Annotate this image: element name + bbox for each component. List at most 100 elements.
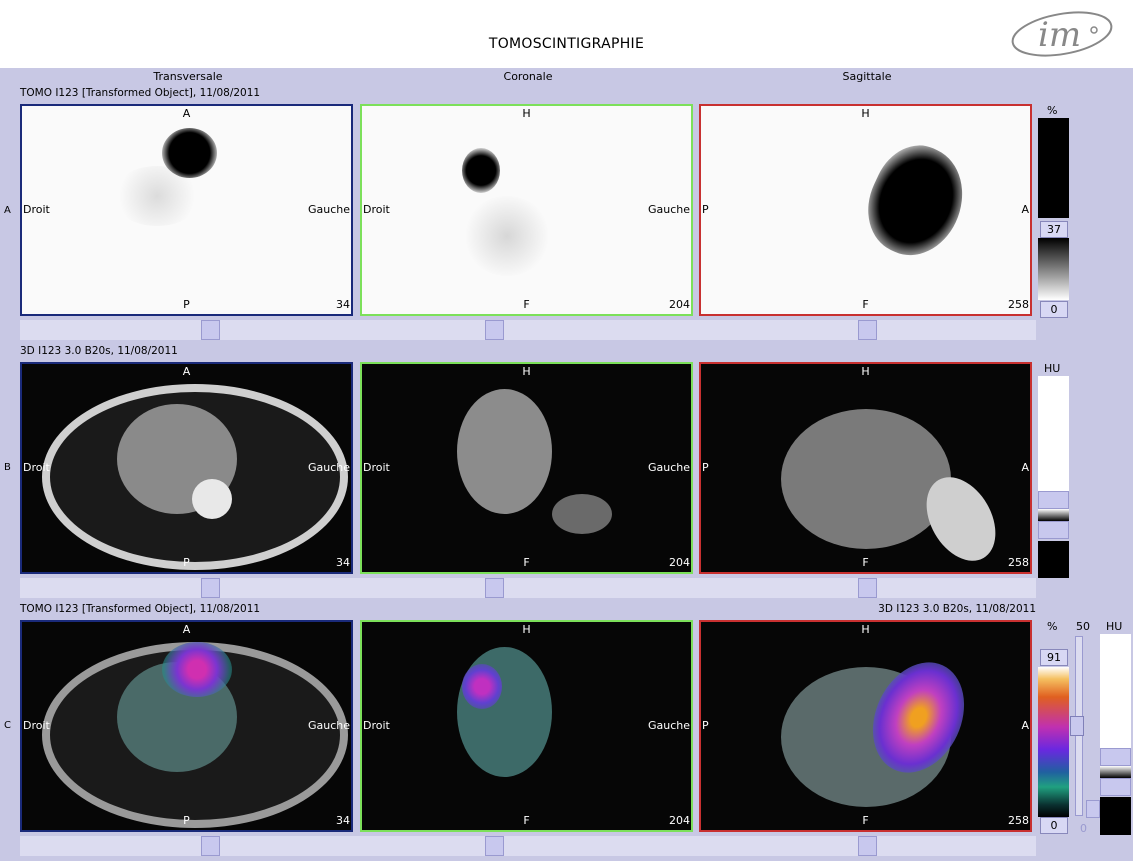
orient-left: Droit (23, 719, 50, 732)
slice-number: 34 (336, 298, 350, 311)
orient-right: A (1021, 203, 1029, 216)
row-a-caption: TOMO I123 [Transformed Object], 11/08/20… (20, 87, 261, 99)
pet-coronale-viewport[interactable]: H F Droit Gauche 204 (360, 104, 693, 316)
orient-bottom: P (183, 556, 190, 569)
pet-transversale-viewport[interactable]: A P Droit Gauche 34 (20, 104, 353, 316)
fusion-hotspot (162, 642, 232, 697)
slice-number: 34 (336, 814, 350, 827)
orient-bottom: F (862, 556, 869, 569)
orient-right: Gauche (307, 719, 350, 732)
slice-number: 204 (669, 814, 690, 827)
pet-scale-upper-value[interactable]: 37 (1040, 221, 1068, 238)
orient-left: Droit (363, 461, 390, 474)
orient-top: A (182, 623, 191, 636)
ct-window-upper-handle[interactable] (1038, 491, 1069, 509)
pet-grayscale-bar (1038, 238, 1069, 300)
orient-top: H (861, 623, 870, 636)
slice-number: 204 (669, 556, 690, 569)
orient-right: A (1021, 719, 1029, 732)
spine (192, 479, 232, 519)
orient-top: H (522, 107, 531, 120)
row-b-caption: 3D I123 3.0 B20s, 11/08/2011 (20, 345, 178, 357)
fusion-sagittale-viewport[interactable]: H F P A 258 (699, 620, 1032, 832)
orient-left: P (702, 461, 709, 474)
row-letter-c: C (4, 720, 11, 731)
orient-top: A (182, 107, 191, 120)
ct-sagittale-viewport[interactable]: H F P A 258 (699, 362, 1032, 574)
fusion-blend-handle[interactable] (1070, 716, 1084, 736)
slice-slider-sagittale[interactable] (858, 836, 877, 856)
header (0, 0, 1133, 68)
row-c-caption-right: 3D I123 3.0 B20s, 11/08/2011 (878, 603, 1036, 615)
ct-window-gradient (1038, 509, 1069, 521)
ct-scale-white (1038, 376, 1069, 491)
row-letter-a: A (4, 205, 11, 216)
mediastinum (781, 409, 951, 549)
pet-scale-lower-value[interactable]: 0 (1040, 301, 1068, 318)
fusion-ct-scale-black (1100, 797, 1131, 835)
slice-slider-sagittale[interactable] (858, 320, 877, 340)
row-c-caption: TOMO I123 [Transformed Object], 11/08/20… (20, 603, 261, 615)
scrollbar-row-c[interactable] (20, 836, 1036, 856)
page-title: TOMOSCINTIGRAPHIE (488, 36, 645, 52)
background-uptake (112, 166, 202, 226)
orient-right: A (1021, 461, 1029, 474)
ct-window-lower-handle[interactable] (1038, 521, 1069, 539)
orient-bottom: F (862, 298, 869, 311)
fusion-blend-max: 50 (1076, 620, 1090, 633)
ct-coronale-viewport[interactable]: H F Droit Gauche 204 (360, 362, 693, 574)
orient-left: P (702, 719, 709, 732)
fusion-pet-unit: % (1047, 620, 1058, 633)
fusion-coronale-viewport[interactable]: H F Droit Gauche 204 (360, 620, 693, 832)
orient-left: P (702, 203, 709, 216)
slice-number: 204 (669, 298, 690, 311)
column-header-sagittale: Sagittale (842, 70, 892, 83)
fusion-ct-upper-handle[interactable] (1100, 748, 1131, 766)
row-letter-b: B (4, 462, 11, 473)
scrollbar-row-b[interactable] (20, 578, 1036, 598)
im-logo: im (1011, 11, 1113, 57)
fusion-blend-low-handle[interactable] (1086, 800, 1100, 818)
orient-left: Droit (363, 203, 390, 216)
orient-top: H (522, 365, 531, 378)
slice-slider-coronale[interactable] (485, 578, 504, 598)
fusion-color-bar (1038, 667, 1069, 817)
pet-sagittale-viewport[interactable]: H F P A 258 (699, 104, 1032, 316)
ct-transversale-viewport[interactable]: A P Droit Gauche 34 (20, 362, 353, 574)
slice-slider-transversale[interactable] (201, 578, 220, 598)
orient-left: Droit (363, 719, 390, 732)
fusion-ct-gradient (1100, 766, 1131, 778)
vessel (552, 494, 612, 534)
ct-scale-unit: HU (1044, 362, 1061, 375)
fusion-blend-min: 0 (1080, 822, 1087, 835)
orient-right: Gauche (647, 203, 690, 216)
background-uptake (462, 196, 552, 276)
fusion-transversale-viewport[interactable]: A P Droit Gauche 34 (20, 620, 353, 832)
svg-text:im: im (1038, 15, 1081, 55)
orient-left: Droit (23, 203, 50, 216)
orient-bottom: P (183, 298, 190, 311)
orient-bottom: F (523, 814, 530, 827)
ct-scale-black (1038, 541, 1069, 578)
fusion-ct-scale-white (1100, 634, 1131, 748)
slice-number: 258 (1008, 814, 1029, 827)
slice-slider-sagittale[interactable] (858, 578, 877, 598)
orient-right: Gauche (647, 719, 690, 732)
orient-bottom: F (862, 814, 869, 827)
orient-left: Droit (23, 461, 50, 474)
slice-slider-coronale[interactable] (485, 320, 504, 340)
slice-slider-transversale[interactable] (201, 320, 220, 340)
orient-top: A (182, 365, 191, 378)
slice-slider-coronale[interactable] (485, 836, 504, 856)
slice-number: 258 (1008, 298, 1029, 311)
fusion-ct-lower-handle[interactable] (1100, 778, 1131, 796)
orient-bottom: P (183, 814, 190, 827)
orient-top: H (861, 107, 870, 120)
orient-right: Gauche (307, 203, 350, 216)
fusion-pet-lower-value[interactable]: 0 (1040, 817, 1068, 834)
fusion-pet-upper-value[interactable]: 91 (1040, 649, 1068, 666)
orient-right: Gauche (307, 461, 350, 474)
pet-scale-top (1038, 118, 1069, 218)
slice-slider-transversale[interactable] (201, 836, 220, 856)
scrollbar-row-a[interactable] (20, 320, 1036, 340)
